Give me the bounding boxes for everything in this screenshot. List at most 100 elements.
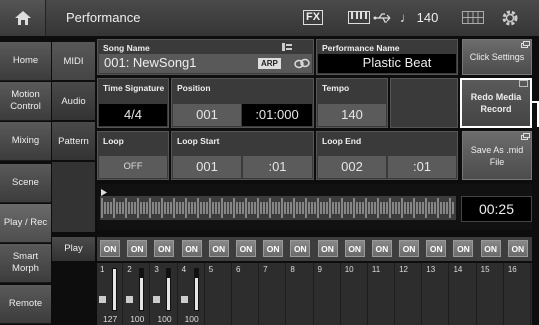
track-number: 1 [100,265,105,274]
track-volume-value: 127 [103,314,118,324]
loop-start-beat[interactable]: :01 [243,156,312,178]
track-15-strip[interactable]: 15 [478,263,504,325]
volume-fader[interactable] [112,268,117,311]
track-number: 12 [399,265,408,274]
volume-fader-level [194,278,198,310]
track-number: 7 [263,265,268,274]
volume-fader[interactable] [166,268,172,311]
track-11-strip[interactable]: 11 [369,263,396,325]
track-number: 4 [181,265,187,274]
position-panel[interactable]: Position 001 :01:000 [171,78,314,128]
nav-mixing[interactable]: Mixing [0,122,51,161]
nav-scene[interactable]: Scene [0,164,51,203]
track-1-strip[interactable]: 1 127 [97,263,124,325]
loop-toggle[interactable]: OFF [99,156,167,178]
gear-icon[interactable] [500,8,520,28]
time-signature-value: 4/4 [99,104,167,126]
track-10-strip[interactable]: 10 [342,263,368,325]
link-icon[interactable] [294,57,310,70]
track-8-play-on-button[interactable]: ON [290,240,311,257]
track-12-strip[interactable]: 12 [396,263,423,325]
track-volume-value: 100 [184,314,199,324]
track-4-play-on-button[interactable]: ON [181,240,202,257]
track-number: 15 [480,265,490,274]
track-13-play-on-button[interactable]: ON [426,240,447,257]
time-signature-panel[interactable]: Time Signature 4/4 [97,78,169,128]
tab-pattern[interactable]: Pattern [52,122,95,160]
track-7-play-on-button[interactable]: ON [263,240,284,257]
track-14-strip[interactable]: 14 [450,263,477,325]
nav-play-rec[interactable]: Play / Rec [0,204,51,243]
track-4-strip[interactable]: 4 100 [179,263,205,325]
track-number: 2 [127,265,132,274]
arp-badge: ARP [258,58,281,69]
track-7-strip[interactable]: 7 [260,263,287,325]
loop-end-measure[interactable]: 002 [318,156,386,178]
tempo-value[interactable]: 140 [318,104,386,126]
volume-fader-level [167,278,171,310]
loop-panel[interactable]: Loop OFF [97,131,169,180]
track-2-play-on-button[interactable]: ON [127,240,148,257]
volume-fader-level [140,278,144,310]
tab-audio[interactable]: Audio [52,82,95,120]
track-number: 14 [453,265,463,274]
nav-motion-control[interactable]: Motion Control [0,82,51,121]
loop-label: Loop [103,136,124,146]
position-label: Position [177,83,211,93]
loop-end-beat[interactable]: :01 [388,156,456,178]
track-10-play-on-button[interactable]: ON [344,240,365,257]
track-type-icon [99,296,106,303]
loop-start-panel[interactable]: Loop Start 001 :01 [171,131,314,180]
window-icon [521,41,530,48]
home-button[interactable] [0,0,46,36]
track-13-strip[interactable]: 13 [423,263,450,325]
loop-start-measure[interactable]: 001 [173,156,241,178]
track-3-play-on-button[interactable]: ON [154,240,175,257]
nav-remote[interactable]: Remote [0,285,51,324]
track-14-play-on-button[interactable]: ON [453,240,474,257]
tempo-panel[interactable]: Tempo 140 [316,78,388,128]
track-number: 10 [344,265,354,274]
track-type-icon [153,296,161,303]
track-12-play-on-button[interactable]: ON [399,240,420,257]
grid-icon[interactable] [462,11,484,24]
loop-end-panel[interactable]: Loop End 002 :01 [316,131,458,180]
track-1-play-on-button[interactable]: ON [100,240,120,257]
fx-indicator: FX [303,10,324,25]
track-15-play-on-button[interactable]: ON [480,240,501,257]
song-name-panel[interactable]: Song Name 001: NewSong1 ARP [97,39,314,75]
track-number: 16 [507,265,517,274]
track-16-play-on-button[interactable]: ON [507,240,528,257]
nav-smart-morph[interactable]: Smart Morph [0,244,51,283]
track-16-strip[interactable]: 16 [505,263,531,325]
nav-home[interactable]: Home [0,42,51,81]
position-beat[interactable]: :01:000 [242,104,312,126]
keyboard-icon [348,11,370,24]
track-11-play-on-button[interactable]: ON [371,240,392,257]
time-signature-label: Time Signature [103,83,165,93]
track-2-strip[interactable]: 2 100 [124,263,151,325]
track-5-play-on-button[interactable]: ON [208,240,229,257]
loop-end-label: Loop End [322,136,362,146]
play-on-row: ON ON ON ON ON ON ON ON ON ON ON ON ON ON ON ON [97,237,532,261]
track-number: 5 [208,265,214,274]
loop-start-label: Loop Start [177,136,220,146]
volume-fader[interactable] [139,268,145,311]
timeline-ruler[interactable] [100,196,456,220]
track-volume-value: 100 [157,314,172,324]
tab-midi[interactable]: MIDI [52,42,95,80]
track-8-strip[interactable]: 8 [287,263,314,325]
track-6-play-on-button[interactable]: ON [235,240,256,257]
track-5-strip[interactable]: 5 [206,263,232,325]
track-9-play-on-button[interactable]: ON [317,240,338,257]
position-measure[interactable]: 001 [173,104,241,126]
track-3-strip[interactable]: 3 100 [151,263,178,325]
performance-name-panel[interactable]: Performance Name Plastic Beat [316,39,458,75]
volume-fader[interactable] [193,268,199,311]
volume-fader-level [113,269,116,310]
window-icon-small [519,80,528,87]
track-6-strip[interactable]: 6 [233,263,260,325]
track-9-strip[interactable]: 9 [315,263,341,325]
performance-name-label: Performance Name [322,43,400,53]
track-type-icon [180,296,188,303]
